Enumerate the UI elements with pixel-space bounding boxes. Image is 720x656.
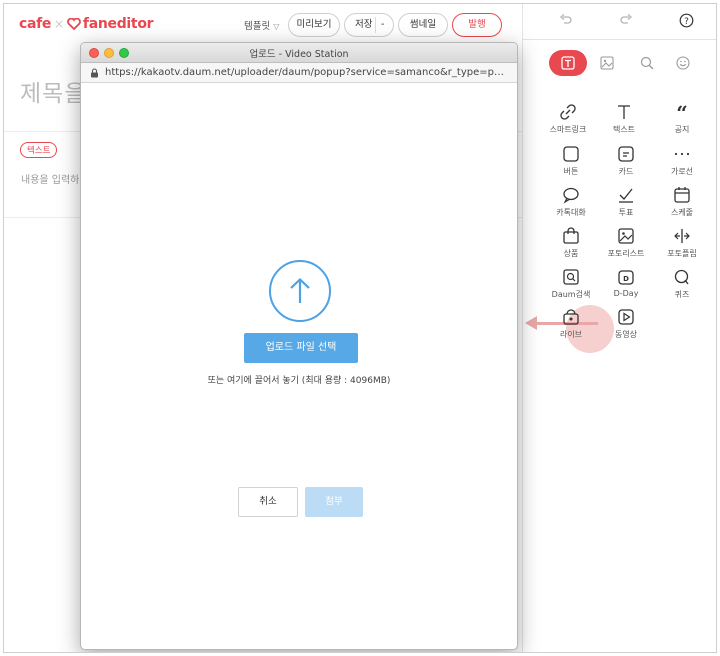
logo-cafe: cafe (19, 16, 52, 32)
select-upload-file-button[interactable]: 업로드 파일 선택 (244, 333, 358, 363)
lock-icon (91, 68, 98, 78)
panel-item-daum-search[interactable]: Daum검색 (543, 267, 599, 300)
help-icon[interactable]: ? (679, 13, 694, 28)
button-icon (563, 146, 579, 162)
calendar-icon (674, 187, 690, 203)
text-icon (618, 105, 630, 119)
panel-item-photoflip[interactable]: 포토플립 (654, 226, 710, 259)
preview-button[interactable]: 미리보기 (288, 13, 340, 37)
svg-text:?: ? (684, 17, 689, 27)
card-icon (618, 146, 634, 162)
divider-icon (674, 152, 690, 156)
upload-arrow-icon (290, 277, 310, 303)
logo[interactable]: cafe × faneditor (19, 16, 154, 32)
panel-item-label: 버튼 (563, 167, 579, 176)
panel-item-photolist[interactable]: 포토리스트 (598, 226, 654, 259)
text-box-icon (561, 56, 575, 70)
panel-item-schedule[interactable]: 스케줄 (654, 185, 710, 218)
panel-item-label: 가로선 (670, 167, 694, 176)
panel-item-label: 카드 (618, 167, 634, 176)
panel-item-card[interactable]: 카드 (598, 144, 654, 177)
attach-button[interactable]: 첨부 (305, 487, 363, 517)
panel-item-label: D-Day (613, 289, 639, 298)
panel-item-label: 동영상 (614, 330, 638, 339)
chevron-down-icon: ▽ (273, 22, 280, 31)
bag-icon (563, 227, 579, 244)
url-bar: https://kakaotv.daum.net/uploader/daum/p… (81, 63, 517, 83)
history-toolbar: ? (523, 4, 716, 40)
photo-flip-icon (674, 229, 690, 243)
emoji-icon[interactable] (676, 56, 690, 70)
panel-item-divider[interactable]: 가로선 (654, 144, 710, 177)
top-bar: cafe × faneditor 템플릿 ▽ 미리보기 저장 - 썸네일 발행 (4, 4, 522, 44)
panel-item-dday[interactable]: D D-Day (598, 267, 654, 298)
logo-separator: × (54, 17, 64, 31)
template-label: 템플릿 (244, 21, 271, 32)
upload-circle[interactable] (269, 260, 331, 322)
panel-item-quiz[interactable]: 퀴즈 (654, 267, 710, 300)
panel-item-notice[interactable]: “ 공지 (654, 102, 710, 135)
svg-text:D: D (623, 275, 629, 283)
panel-item-label: Daum검색 (551, 290, 591, 299)
panel-item-label: 텍스트 (612, 125, 636, 134)
panel-item-label: 스케줄 (670, 208, 694, 217)
app-frame: cafe × faneditor 템플릿 ▽ 미리보기 저장 - 썸네일 발행 제목을… (3, 3, 717, 653)
thumbnail-button[interactable]: 썸네일 (398, 13, 448, 37)
dday-icon: D (618, 270, 634, 285)
svg-text:“: “ (676, 102, 688, 122)
panel-item-label: 투표 (618, 208, 634, 217)
undo-icon[interactable] (559, 13, 573, 27)
panel-item-label: 상품 (563, 249, 579, 258)
chat-icon (563, 187, 579, 204)
daum-search-icon (563, 269, 579, 285)
panel-item-video[interactable]: 동영상 (598, 307, 654, 340)
video-icon (618, 309, 634, 325)
save-more-button[interactable]: - (381, 14, 384, 36)
panel-item-live[interactable]: 라이브 (543, 307, 599, 340)
panel-item-button[interactable]: 버튼 (543, 144, 599, 177)
text-tag[interactable]: 텍스트 (20, 142, 58, 158)
save-label: 저장 (355, 19, 373, 30)
popup-title: 업로드 - Video Station (249, 49, 349, 60)
logo-faneditor: faneditor (82, 16, 154, 32)
panel-item-product[interactable]: 상품 (543, 226, 599, 259)
template-dropdown[interactable]: 템플릿 ▽ (244, 18, 279, 32)
panel-item-label: 포토플립 (667, 249, 697, 258)
pointer-arrow-head (525, 316, 537, 330)
save-button[interactable]: 저장 - (344, 13, 394, 37)
search-icon[interactable] (640, 56, 654, 70)
url-text: https://kakaotv.daum.net/uploader/daum/p… (105, 67, 505, 78)
panel-item-text[interactable]: 텍스트 (596, 102, 652, 135)
live-icon (563, 309, 579, 325)
panel-item-label: 카톡대화 (556, 208, 586, 217)
panel-item-vote[interactable]: 투표 (598, 185, 654, 218)
upload-popup-window: 업로드 - Video Station https://kakaotv.daum… (80, 42, 518, 650)
content-placeholder[interactable]: 내용을 입력하 (21, 171, 79, 186)
image-icon[interactable] (600, 56, 614, 70)
panel-item-label: 포토리스트 (607, 249, 645, 258)
quote-icon: “ (676, 102, 688, 122)
title-placeholder[interactable]: 제목을 (20, 74, 86, 108)
redo-icon[interactable] (619, 13, 633, 27)
photo-list-icon (618, 228, 634, 244)
panel-item-label: 라이브 (559, 330, 583, 339)
panel-item-label: 퀴즈 (674, 290, 690, 299)
cancel-button[interactable]: 취소 (238, 487, 298, 517)
drop-hint: 또는 여기에 끌어서 놓기 (최대 용량 : 4096MB) (207, 376, 391, 386)
publish-button[interactable]: 발행 (452, 13, 502, 37)
vote-icon (619, 188, 633, 203)
popup-titlebar[interactable]: 업로드 - Video Station (81, 43, 517, 63)
link-icon (560, 104, 576, 120)
panel-item-kakaotalk[interactable]: 카톡대화 (543, 185, 599, 218)
panel-tabs (523, 50, 716, 80)
quiz-icon (674, 269, 689, 285)
panel-item-label: 스마트링크 (549, 125, 587, 134)
heart-icon (67, 18, 81, 30)
panel-item-smartlink[interactable]: 스마트링크 (540, 102, 596, 135)
save-divider (375, 17, 376, 33)
panel-item-label: 공지 (674, 125, 690, 134)
tab-text[interactable] (549, 50, 587, 76)
